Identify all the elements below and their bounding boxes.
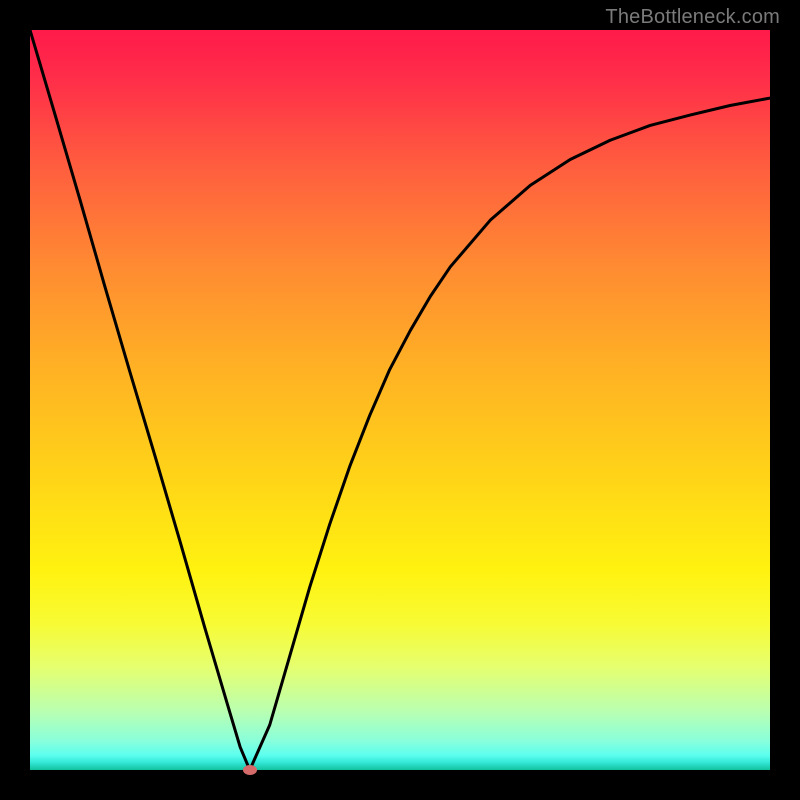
min-marker xyxy=(243,765,257,775)
watermark-label: TheBottleneck.com xyxy=(605,6,780,29)
plot-area xyxy=(30,30,770,770)
curve-svg xyxy=(30,30,770,770)
chart-frame: TheBottleneck.com xyxy=(0,0,800,800)
main-curve xyxy=(30,30,770,770)
